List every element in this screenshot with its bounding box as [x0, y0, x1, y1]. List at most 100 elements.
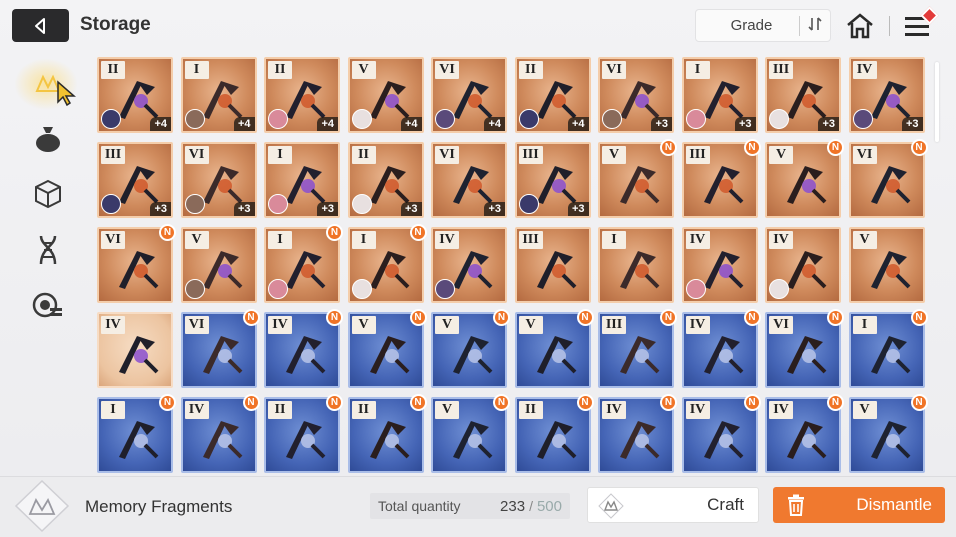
grade-badge: IV [852, 61, 877, 79]
item-card[interactable]: IV N [681, 394, 761, 473]
item-card[interactable]: VI N [180, 309, 260, 388]
level-badge: +3 [567, 202, 589, 216]
item-card[interactable]: II +4 [264, 57, 340, 133]
item-card[interactable]: III N [598, 309, 677, 388]
level-badge: +3 [818, 117, 839, 131]
item-card[interactable]: V +4 [347, 57, 424, 133]
grade-badge: IV [184, 401, 209, 419]
item-card[interactable]: VI +3 [598, 57, 674, 133]
new-badge: N [409, 224, 427, 241]
grade-badge: I [602, 231, 626, 249]
item-card[interactable]: VN [347, 309, 427, 388]
item-card[interactable]: VN [598, 139, 677, 218]
grade-badge: V [184, 231, 209, 249]
item-card[interactable]: III +3 [765, 57, 841, 133]
avatar [518, 194, 539, 214]
back-button[interactable] [12, 9, 69, 42]
item-icon [787, 336, 827, 374]
new-badge: N [660, 394, 677, 411]
item-card[interactable]: V [180, 227, 257, 303]
item-card[interactable]: III +3 [97, 142, 173, 218]
item-card[interactable]: VN [431, 394, 510, 473]
scrollbar[interactable] [935, 62, 939, 142]
item-card[interactable]: II N [347, 394, 427, 473]
item-card[interactable]: IN [264, 224, 343, 303]
item-card[interactable]: III [514, 227, 591, 303]
new-badge: N [743, 309, 761, 326]
item-card[interactable]: VI N [765, 309, 844, 388]
item-card[interactable]: I +3 [681, 57, 758, 133]
grade-badge: IV [769, 401, 793, 419]
page-title: Storage [80, 14, 151, 35]
item-card[interactable]: IV N [681, 309, 761, 388]
sort-dropdown[interactable]: Grade [695, 9, 831, 42]
item-icon [536, 421, 576, 459]
item-icon [787, 421, 827, 459]
grade-badge: V [518, 316, 543, 334]
quantity-separator: / [529, 498, 533, 514]
level-badge: +3 [317, 202, 338, 216]
item-card[interactable]: VI +3 [431, 142, 507, 218]
item-card[interactable]: VI N [848, 139, 928, 218]
item-card[interactable]: IV [765, 227, 841, 303]
item-card[interactable]: VN [431, 309, 510, 388]
item-card[interactable]: II +4 [514, 57, 591, 133]
item-card[interactable]: II N [264, 394, 343, 473]
item-icon [870, 421, 910, 459]
item-card[interactable]: II +4 [97, 57, 173, 133]
item-card[interactable]: VN [765, 139, 844, 218]
sidebar-item-memory-fragments[interactable] [14, 58, 78, 110]
item-icon [870, 166, 910, 204]
sidebar-item-dna[interactable] [28, 230, 68, 270]
item-card[interactable]: IN [97, 394, 176, 473]
item-icon [536, 251, 576, 289]
item-card[interactable]: VI +4 [431, 57, 507, 133]
item-card[interactable]: IV +3 [848, 57, 925, 133]
grade-badge: III [602, 316, 626, 334]
item-card[interactable]: VI +3 [180, 142, 257, 218]
item-card[interactable]: I +4 [180, 57, 257, 133]
grade-badge: II [268, 401, 292, 419]
item-card[interactable]: III +3 [514, 142, 591, 218]
item-card[interactable]: IV [431, 227, 507, 303]
item-card[interactable]: II N [514, 394, 594, 473]
item-card[interactable]: IN [347, 224, 427, 303]
avatar [184, 279, 205, 299]
item-card[interactable]: II +3 [347, 142, 424, 218]
item-card[interactable]: VN [848, 394, 928, 473]
item-card[interactable]: IV N [264, 309, 343, 388]
item-icon [620, 421, 660, 459]
item-grid: II +4 I +4 II +4 V +4 VI +4 II +4 VI +3 I +3 III +3 IV +3 II… [97, 57, 929, 475]
sidebar-item-cube[interactable] [28, 174, 68, 214]
craft-button[interactable]: Craft [587, 487, 759, 523]
level-badge: +3 [734, 117, 756, 131]
item-card[interactable]: I +3 [264, 142, 340, 218]
avatar [184, 109, 205, 129]
cube-icon [35, 179, 61, 209]
total-quantity: Total quantity 233 / 500 [370, 493, 570, 519]
grade-badge: VI [184, 316, 209, 334]
avatar [268, 194, 288, 214]
item-card[interactable]: VI N [97, 224, 176, 303]
sidebar-item-bag[interactable] [28, 118, 68, 158]
sidebar-item-chip[interactable] [28, 286, 68, 326]
item-card[interactable]: IV N [765, 394, 844, 473]
new-badge: N [910, 139, 928, 156]
grade-badge: II [351, 401, 376, 419]
level-badge: +4 [400, 117, 422, 131]
item-card[interactable]: I [598, 227, 674, 303]
avatar [685, 109, 706, 129]
new-badge: N [743, 394, 761, 411]
item-card[interactable]: III N [681, 139, 761, 218]
item-card[interactable]: VN [514, 309, 594, 388]
item-card[interactable]: IV N [598, 394, 677, 473]
dismantle-button[interactable]: Dismantle [773, 487, 945, 523]
avatar [184, 194, 205, 214]
item-card[interactable]: IV [681, 227, 758, 303]
item-card[interactable]: V [848, 227, 925, 303]
item-card[interactable]: IN [848, 309, 928, 388]
sort-order-icon[interactable] [800, 16, 830, 35]
item-card[interactable]: IV [97, 312, 173, 388]
item-card[interactable]: IV N [180, 394, 260, 473]
home-icon[interactable] [845, 12, 875, 40]
